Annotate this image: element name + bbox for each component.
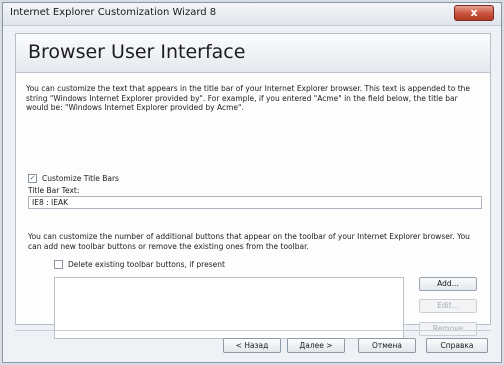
check-icon: ✓ [29, 174, 36, 182]
close-button[interactable]: x [454, 5, 494, 21]
remove-button[interactable]: Remove [419, 322, 477, 336]
wizard-page: Browser User Interface You can customize… [15, 33, 491, 339]
title-bar-text-label: Title Bar Text: [28, 186, 80, 195]
title-bar: Internet Explorer Customization Wizard 8… [3, 3, 501, 26]
add-button[interactable]: Add... [419, 277, 477, 291]
title-bar-text-input[interactable]: IE8 : IEAK [28, 196, 482, 209]
delete-toolbar-buttons-checkbox[interactable] [54, 260, 63, 269]
window-title: Internet Explorer Customization Wizard 8 [10, 7, 217, 18]
toolbar-description: You can customize the number of addition… [28, 232, 470, 251]
cancel-button[interactable]: Отмена [358, 338, 416, 353]
customize-title-bars-checkbox[interactable]: ✓ [28, 174, 37, 183]
help-button[interactable]: Справка [426, 338, 488, 353]
page-header: Browser User Interface [16, 34, 490, 73]
title-bar-description: You can customize the text that appears … [26, 84, 471, 112]
back-button[interactable]: < Назад [223, 338, 281, 353]
page-title: Browser User Interface [28, 41, 246, 63]
edit-button[interactable]: Edit... [419, 299, 477, 313]
close-icon: x [470, 6, 478, 19]
wizard-window: Internet Explorer Customization Wizard 8… [2, 2, 502, 363]
footer-divider [15, 330, 491, 331]
customize-title-bars-label: Customize Title Bars [42, 174, 119, 183]
delete-toolbar-buttons-label: Delete existing toolbar buttons, if pres… [68, 260, 225, 269]
next-button[interactable]: Далее > [287, 338, 345, 353]
delete-toolbar-buttons-row[interactable]: Delete existing toolbar buttons, if pres… [54, 260, 225, 269]
customize-title-bars-row[interactable]: ✓ Customize Title Bars [28, 174, 119, 183]
